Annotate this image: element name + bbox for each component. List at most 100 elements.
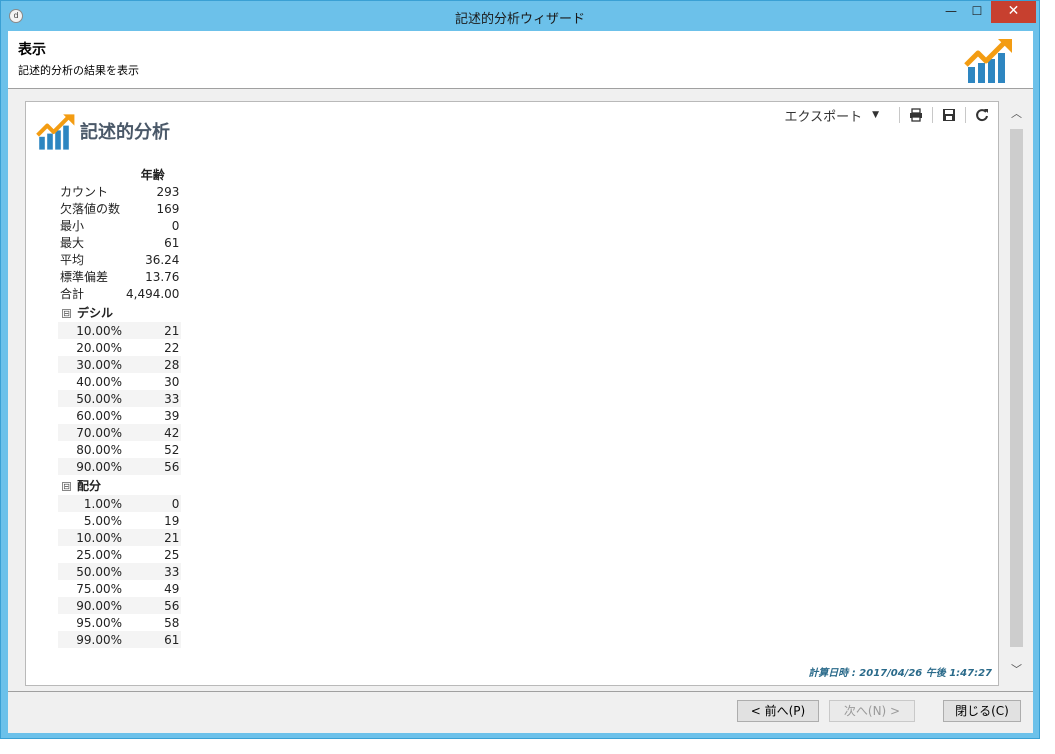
minimize-button[interactable]: — xyxy=(939,1,963,23)
table-row: 25.00% 25 xyxy=(58,546,181,563)
percentile-label: 60.00% xyxy=(76,408,122,423)
table-row: 最大 61 xyxy=(58,234,181,251)
table-header-row: 年齢 xyxy=(58,166,181,183)
percentile-label: 70.00% xyxy=(58,424,124,441)
percentile-label: 5.00% xyxy=(83,513,122,528)
table-row: 90.00% 56 xyxy=(58,458,182,475)
footer-divider xyxy=(8,691,1033,692)
stat-value: 293 xyxy=(156,184,180,199)
percentile-value: 33 xyxy=(124,563,182,580)
table-row: 40.00% 30 xyxy=(58,373,181,390)
stat-label: 標準偏差 xyxy=(60,270,109,284)
stat-label: 平均 xyxy=(60,253,85,267)
percentile-label: 80.00% xyxy=(76,442,122,457)
page-title: 表示 xyxy=(18,42,46,58)
percentile-label: 25.00% xyxy=(76,547,122,562)
table-row: 欠落値の数 169 xyxy=(58,200,181,217)
table-row: 平均 36.24 xyxy=(58,251,181,268)
percentile-value: 28 xyxy=(124,356,182,373)
analytics-logo-icon xyxy=(964,39,1012,83)
percentile-value: 0 xyxy=(124,495,182,512)
percentile-value: 56 xyxy=(124,597,182,614)
group-header-cell[interactable]: ⊟ 配分 xyxy=(58,475,181,495)
group-header-distribution[interactable]: ⊟ 配分 xyxy=(58,475,181,495)
table-row: 60.00% 39 xyxy=(58,407,181,424)
group-header-cell[interactable]: ⊟ デシル xyxy=(58,302,181,322)
percentile-label: 30.00% xyxy=(58,356,124,373)
stat-value: 13.76 xyxy=(145,269,180,284)
percentile-value: 58 xyxy=(164,615,180,630)
percentile-label: 75.00% xyxy=(76,581,122,596)
stat-label: 最大 xyxy=(60,236,85,250)
table-row: 75.00% 49 xyxy=(58,580,181,597)
analytics-logo-icon xyxy=(36,114,75,150)
percentile-label: 10.00% xyxy=(58,322,124,339)
window-title: 記述的分析ウィザード xyxy=(454,12,585,27)
percentile-value: 30 xyxy=(164,374,180,389)
percentile-value: 61 xyxy=(124,631,182,648)
title-bar[interactable]: d 記述的分析ウィザード — ☐ ✕ xyxy=(1,1,1039,31)
table-row: 80.00% 52 xyxy=(58,441,181,458)
percentile-label: 99.00% xyxy=(58,631,124,648)
collapse-toggle-icon[interactable]: ⊟ xyxy=(62,481,71,491)
percentile-value: 49 xyxy=(164,581,180,596)
table-row: 標準偏差 13.76 xyxy=(58,268,181,285)
previous-button[interactable]: < 前へ(P) xyxy=(737,700,819,722)
percentile-label: 90.00% xyxy=(58,458,124,475)
stat-label: カウント xyxy=(60,185,109,199)
close-button[interactable]: 閉じる(C) xyxy=(943,700,1021,722)
table-row: 合計 4,494.00 xyxy=(58,285,181,302)
percentile-value: 56 xyxy=(124,458,182,475)
next-button[interactable]: 次へ(N) > xyxy=(829,700,915,722)
percentile-label: 10.00% xyxy=(58,529,124,546)
toolbar-divider xyxy=(932,107,933,123)
group-header-deciles[interactable]: ⊟ デシル xyxy=(58,302,181,322)
scroll-down-icon[interactable]: ﹀ xyxy=(1008,661,1025,679)
scroll-up-icon[interactable]: ︿ xyxy=(1008,105,1025,123)
maximize-button[interactable]: ☐ xyxy=(965,1,989,23)
table-row: 50.00% 33 xyxy=(58,563,182,580)
percentile-value: 19 xyxy=(164,513,180,528)
report-panel: エクスポート ▼ 記述的分析 年齢 カウント 293 欠落値の数 169 最小 … xyxy=(25,101,999,686)
percentile-label: 50.00% xyxy=(58,563,124,580)
scrollbar-thumb[interactable] xyxy=(1010,129,1023,647)
percentile-value: 25 xyxy=(164,547,180,562)
save-icon[interactable] xyxy=(941,107,957,123)
refresh-icon[interactable] xyxy=(974,107,990,123)
stat-label: 合計 xyxy=(60,287,85,301)
collapse-toggle-icon[interactable]: ⊟ xyxy=(62,308,71,318)
percentile-label: 1.00% xyxy=(58,495,124,512)
computed-timestamp: 計算日時 : 2017/04/26 午後 1:47:27 xyxy=(808,668,992,679)
percentile-value: 42 xyxy=(124,424,182,441)
vertical-scrollbar[interactable]: ︿ ﹀ xyxy=(1008,97,1025,687)
table-row: 10.00% 21 xyxy=(58,322,182,339)
table-row: 99.00% 61 xyxy=(58,631,182,648)
percentile-value: 21 xyxy=(124,322,182,339)
table-row: 70.00% 42 xyxy=(58,424,182,441)
table-row: 5.00% 19 xyxy=(58,512,181,529)
percentile-value: 52 xyxy=(164,442,180,457)
close-window-button[interactable]: ✕ xyxy=(991,1,1036,23)
percentile-label: 20.00% xyxy=(76,340,122,355)
stat-value: 61 xyxy=(164,235,180,250)
column-header-age: 年齢 xyxy=(140,168,165,182)
report-toolbar: エクスポート ▼ xyxy=(784,105,990,125)
percentile-value: 22 xyxy=(164,340,180,355)
table-row: 最小 0 xyxy=(58,217,181,234)
table-row: 20.00% 22 xyxy=(58,339,181,356)
report-title: 記述的分析 xyxy=(80,122,170,143)
table-row: 50.00% 33 xyxy=(58,390,182,407)
stat-value: 4,494.00 xyxy=(126,286,180,301)
wizard-header: 表示 記述的分析の結果を表示 xyxy=(8,31,1033,89)
percentile-label: 50.00% xyxy=(58,390,124,407)
chevron-down-icon[interactable]: ▼ xyxy=(872,110,879,120)
print-icon[interactable] xyxy=(908,107,924,123)
export-menu[interactable]: エクスポート xyxy=(784,106,862,125)
stat-value: 169 xyxy=(156,201,180,216)
toolbar-divider xyxy=(899,107,900,123)
table-row: カウント 293 xyxy=(58,183,181,200)
percentile-label: 95.00% xyxy=(76,615,122,630)
toolbar-divider xyxy=(965,107,966,123)
percentile-label: 40.00% xyxy=(76,374,122,389)
table-row: 30.00% 28 xyxy=(58,356,182,373)
